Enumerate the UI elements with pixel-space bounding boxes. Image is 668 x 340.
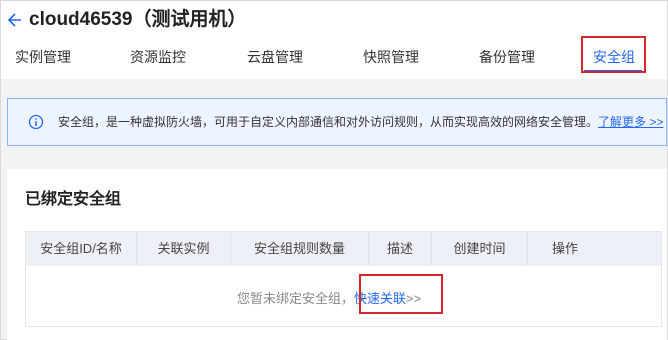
back-arrow-icon[interactable]	[7, 10, 23, 30]
column-header-id-name: 安全组ID/名称	[26, 232, 137, 266]
column-header-description: 描述	[369, 232, 432, 266]
quick-associate-arrows: >>	[406, 291, 422, 306]
tab-bar: 实例管理 资源监控 云盘管理 快照管理 备份管理 安全组	[1, 41, 667, 77]
info-notice-message: 安全组，是一种虚拟防火墙，可用于自定义内部通信和对外访问规则，从而实现高效的网络…	[58, 115, 599, 129]
security-group-table: 安全组ID/名称 关联实例 安全组规则数量 描述 创建时间 操作 您暂未绑定安全…	[25, 231, 662, 327]
tab-resource-monitoring[interactable]: 资源监控	[130, 47, 186, 67]
table-empty-state: 您暂未绑定安全组，快速关联>>	[237, 290, 421, 308]
page-header: cloud46539（测试用机） 实例管理 资源监控 云盘管理 快照管理 备份管…	[1, 1, 667, 79]
tab-disk-management[interactable]: 云盘管理	[247, 47, 303, 67]
section-title: 已绑定安全组	[25, 191, 122, 208]
column-header-linked-instances: 关联实例	[137, 232, 231, 266]
column-header-created-time: 创建时间	[432, 232, 528, 266]
info-notice: 安全组，是一种虚拟防火墙，可用于自定义内部通信和对外访问规则，从而实现高效的网络…	[7, 98, 667, 146]
tab-instance-management[interactable]: 实例管理	[15, 47, 71, 67]
empty-state-text: 您暂未绑定安全组，	[237, 291, 355, 306]
column-header-actions: 操作	[551, 241, 578, 256]
learn-more-link[interactable]: 了解更多 >>	[598, 115, 663, 129]
bound-security-group-card: 已绑定安全组 安全组ID/名称 关联实例 安全组规则数量 描述 创建时间 操作 …	[7, 169, 667, 340]
active-tab-underline	[584, 70, 642, 72]
tab-snapshot-management[interactable]: 快照管理	[363, 47, 419, 67]
tab-backup-management[interactable]: 备份管理	[479, 47, 535, 67]
info-icon	[28, 114, 44, 130]
column-header-rule-count: 安全组规则数量	[231, 232, 369, 266]
quick-associate-link[interactable]: 快速关联	[354, 291, 406, 306]
table-header: 安全组ID/名称 关联实例 安全组规则数量 描述 创建时间 操作	[26, 232, 661, 266]
info-notice-text: 安全组，是一种虚拟防火墙，可用于自定义内部通信和对外访问规则，从而实现高效的网络…	[58, 113, 663, 131]
page-title: cloud46539（测试用机）	[29, 9, 247, 30]
tab-security-group[interactable]: 安全组	[593, 47, 635, 67]
